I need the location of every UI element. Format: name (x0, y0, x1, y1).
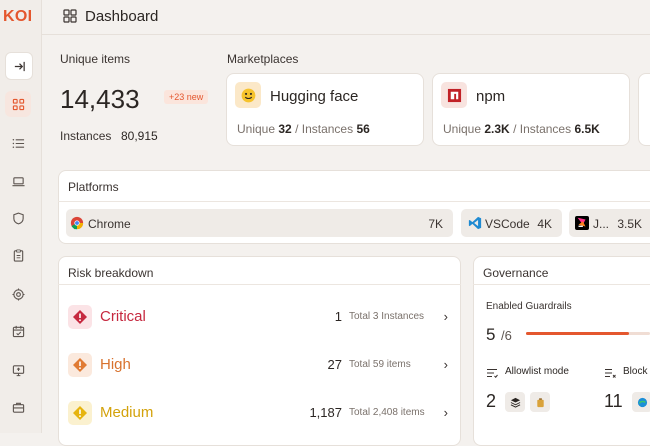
laptop-nav-icon[interactable] (9, 172, 27, 190)
marketplace-name: Hugging face (270, 88, 359, 105)
platform-name: Chrome (88, 217, 131, 231)
briefcase-nav-icon[interactable] (9, 398, 27, 416)
marketplace-name: npm (476, 88, 506, 105)
list-nav-icon[interactable] (9, 134, 27, 152)
platform-chip-chrome[interactable]: Chrome 7K (66, 209, 453, 237)
instances-label: Instances (60, 129, 112, 143)
risk-row-high[interactable]: High 27 Total 59 items › (58, 342, 460, 388)
shield-nav-icon[interactable] (9, 209, 27, 227)
collapse-sidebar-icon[interactable] (5, 52, 33, 80)
blocklist-icon (604, 366, 616, 378)
marketplace-card-npm[interactable]: npm Unique 2.3K / Instances 6.5K (432, 73, 630, 146)
monitor-nav-icon[interactable] (9, 361, 27, 379)
risk-count: 1,187 (309, 405, 342, 420)
marketplaces-label: Marketplaces (227, 52, 299, 66)
target-nav-icon[interactable] (9, 285, 27, 303)
guardrails-label: Enabled Guardrails (486, 301, 572, 312)
dashboard-nav-icon[interactable] (5, 91, 31, 117)
platform-count: 7K (428, 217, 443, 231)
guardrails-progress-track (526, 332, 650, 335)
risk-breakdown-label: Risk breakdown (68, 266, 154, 280)
new-items-badge: +23 new (164, 90, 209, 104)
platform-name: VSCode (485, 217, 530, 231)
risk-row-critical[interactable]: Critical 1 Total 3 Instances › (58, 294, 460, 340)
chrome-icon (70, 216, 84, 230)
risk-count: 27 (327, 357, 342, 372)
platform-name: J... (593, 217, 610, 231)
chevron-right-icon: › (443, 309, 448, 324)
blocklist-value: 11 (604, 391, 623, 411)
blocklist-label: Block (623, 366, 648, 377)
instances-value: 80,915 (121, 129, 158, 143)
clipboard-nav-icon[interactable] (9, 246, 27, 264)
marketplace-card-hugging-face[interactable]: Hugging face Unique 32 / Instances 56 (226, 73, 424, 146)
header-divider (41, 34, 650, 35)
calendar-nav-icon[interactable] (9, 322, 27, 340)
guardrails-value: 5 (486, 325, 496, 344)
hugging-face-icon (235, 82, 261, 108)
allowlist-label: Allowlist mode (505, 366, 569, 377)
platform-chip-vscode[interactable]: VSCode 4K (461, 209, 562, 237)
platform-count: 3.5K (617, 217, 642, 231)
risk-divider (58, 284, 461, 285)
marketplace-stats: Unique 2.3K / Instances 6.5K (443, 122, 600, 136)
platform-count: 4K (537, 217, 552, 231)
marketplace-card-partial[interactable] (638, 73, 650, 146)
risk-total: Total 59 items (349, 359, 411, 370)
risk-level-name: High (100, 356, 131, 373)
platforms-divider (58, 201, 650, 202)
high-warning-icon (68, 353, 92, 377)
npm-icon (441, 82, 467, 108)
jetbrains-icon (575, 216, 589, 230)
guardrails-progress-fill (526, 332, 629, 335)
koi-logo[interactable]: KOI (3, 8, 32, 26)
sidebar: KOI (0, 0, 42, 433)
risk-total: Total 3 Instances (349, 311, 425, 322)
unique-items-label: Unique items (60, 52, 131, 66)
unique-items-value: 14,433 (60, 84, 140, 114)
marketplace-stats: Unique 32 / Instances 56 (237, 122, 370, 136)
page-title: Dashboard (85, 8, 159, 25)
platforms-label: Platforms (68, 180, 119, 194)
layers-icon (505, 392, 525, 412)
critical-warning-icon (68, 305, 92, 329)
guardrails-total: /6 (501, 328, 512, 343)
governance-divider (473, 284, 650, 285)
dashboard-icon (62, 8, 78, 24)
medium-warning-icon (68, 401, 92, 425)
governance-label: Governance (483, 266, 549, 280)
vscode-icon (468, 216, 482, 230)
risk-row-medium[interactable]: Medium 1,187 Total 2,408 items › (58, 390, 460, 436)
risk-level-name: Critical (100, 308, 146, 325)
risk-level-name: Medium (100, 404, 154, 421)
chevron-right-icon: › (443, 405, 448, 420)
risk-total: Total 2,408 items (349, 407, 425, 418)
package-icon (530, 392, 550, 412)
risk-count: 1 (334, 309, 342, 324)
chevron-right-icon: › (443, 357, 448, 372)
platform-chip-jetbrains[interactable]: J... 3.5K (569, 209, 650, 237)
allowlist-value: 2 (486, 391, 497, 411)
allowlist-icon (486, 366, 498, 378)
edge-icon (632, 392, 650, 412)
